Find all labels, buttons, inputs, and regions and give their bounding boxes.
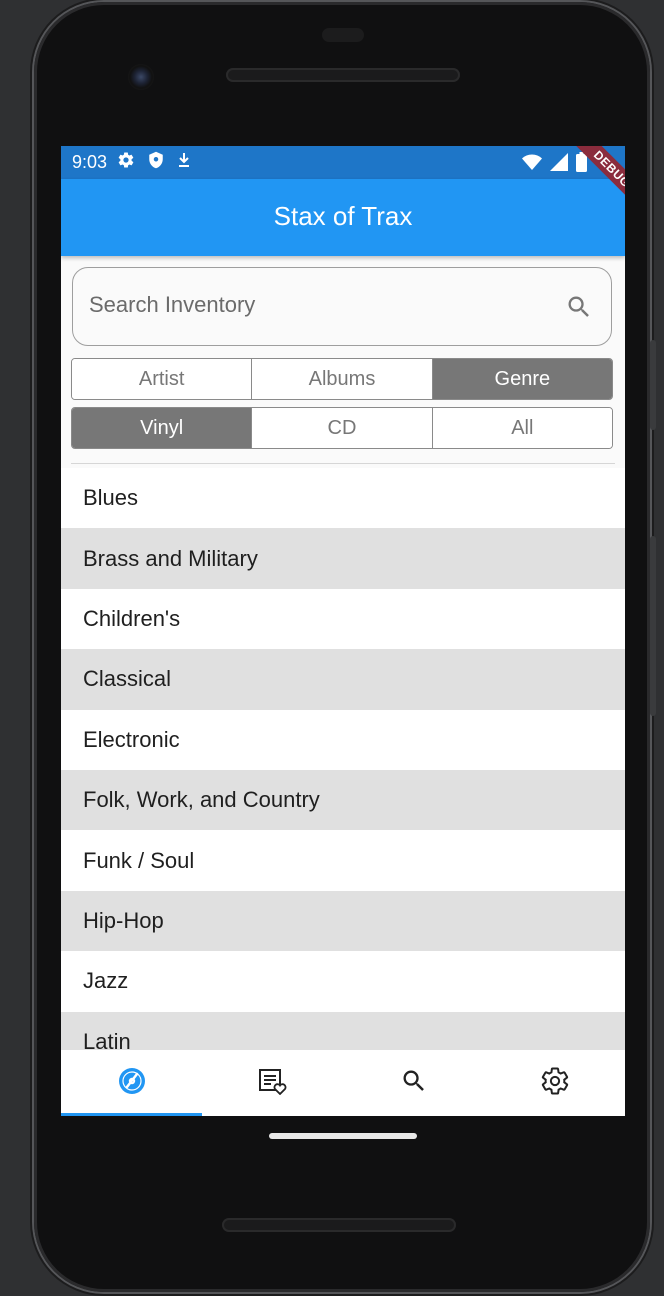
list-item[interactable]: Funk / Soul bbox=[61, 830, 625, 891]
signal-icon bbox=[550, 153, 568, 176]
wifi-icon bbox=[522, 154, 542, 175]
nav-tab-search[interactable] bbox=[343, 1050, 484, 1116]
app-bar: Stax of Trax bbox=[61, 179, 625, 256]
format-vinyl-button[interactable]: Vinyl bbox=[72, 408, 253, 448]
filter-artist-button[interactable]: Artist bbox=[72, 359, 253, 399]
list-item[interactable]: Latin bbox=[61, 1011, 625, 1050]
nav-tab-wishlist[interactable] bbox=[202, 1050, 343, 1116]
list-item[interactable]: Jazz bbox=[61, 951, 625, 1012]
genre-list: Blues Brass and Military Children's Clas… bbox=[61, 468, 625, 1050]
settings-icon bbox=[540, 1066, 570, 1101]
status-time: 9:03 bbox=[72, 152, 108, 172]
app-title: Stax of Trax bbox=[273, 201, 413, 231]
list-item[interactable]: Folk, Work, and Country bbox=[61, 769, 625, 831]
list-item[interactable]: Blues bbox=[61, 468, 625, 529]
wishlist-icon bbox=[258, 1067, 288, 1100]
filter-by-toggle: Artist Albums Genre bbox=[71, 358, 613, 400]
gear-icon bbox=[117, 151, 135, 174]
status-icons-right bbox=[522, 152, 587, 177]
app-screen: 9:03 Stax of Trax DEBUG Search Inventory… bbox=[61, 146, 625, 1116]
volume-button bbox=[650, 536, 656, 716]
bottom-nav bbox=[61, 1050, 625, 1116]
search-input[interactable]: Search Inventory bbox=[72, 267, 612, 346]
power-button bbox=[650, 340, 656, 430]
record-icon bbox=[118, 1067, 146, 1100]
filter-genre-button[interactable]: Genre bbox=[432, 359, 612, 399]
list-item[interactable]: Children's bbox=[61, 588, 625, 650]
filter-albums-button[interactable]: Albums bbox=[252, 359, 433, 399]
download-icon bbox=[177, 152, 191, 173]
status-icons-left bbox=[117, 151, 191, 174]
format-toggle: Vinyl CD All bbox=[71, 407, 613, 449]
list-item[interactable]: Brass and Military bbox=[61, 528, 625, 589]
sensor bbox=[322, 28, 364, 42]
list-item[interactable]: Classical bbox=[61, 649, 625, 710]
search-icon[interactable] bbox=[565, 293, 593, 321]
divider bbox=[71, 463, 615, 464]
home-indicator[interactable] bbox=[269, 1133, 417, 1139]
search-placeholder: Search Inventory bbox=[89, 292, 256, 317]
nav-tab-inventory[interactable] bbox=[61, 1050, 202, 1116]
list-item[interactable]: Electronic bbox=[61, 709, 625, 770]
front-camera bbox=[128, 64, 154, 90]
bottom-speaker bbox=[222, 1218, 456, 1232]
status-bar: 9:03 bbox=[61, 146, 625, 179]
format-cd-button[interactable]: CD bbox=[252, 408, 433, 448]
earpiece-speaker bbox=[226, 68, 460, 82]
nav-tab-settings[interactable] bbox=[484, 1050, 625, 1116]
format-all-button[interactable]: All bbox=[432, 408, 612, 448]
list-item[interactable]: Hip-Hop bbox=[61, 890, 625, 952]
shield-icon bbox=[147, 151, 165, 174]
search-icon bbox=[400, 1067, 428, 1100]
